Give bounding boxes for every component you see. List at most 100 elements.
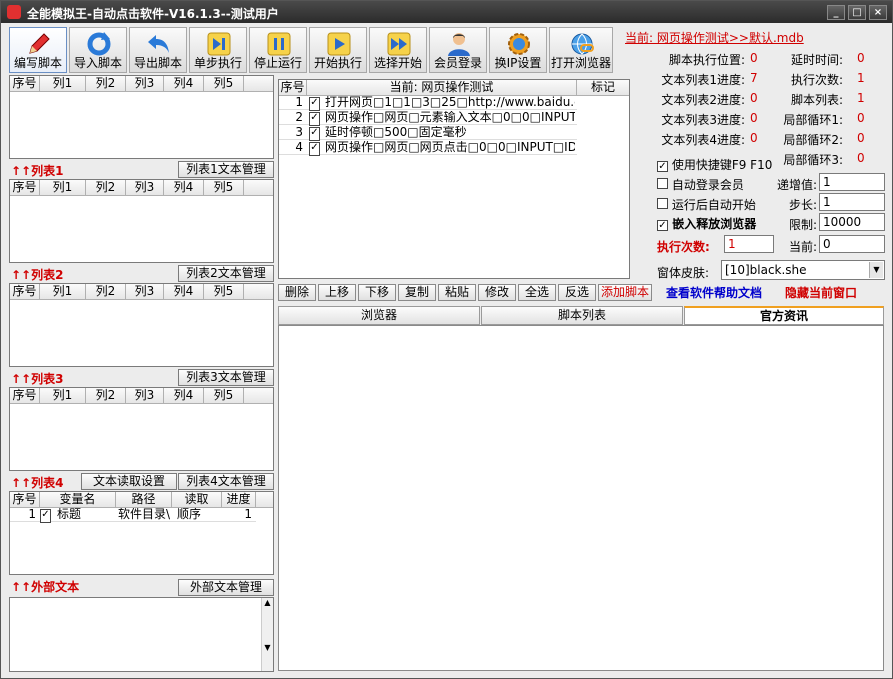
autologin-checkbox[interactable] [657,178,668,189]
stat-value: 0 [857,111,865,125]
edit-button[interactable]: 修改 [478,284,516,301]
script-row[interactable]: 3 ✓ 延时停顿□500□固定毫秒 [279,126,577,141]
member-login-button[interactable]: 会员登录 [429,27,487,73]
tab-browser[interactable]: 浏览器 [278,306,480,325]
limit-input[interactable]: 10000 [819,213,885,231]
import-script-button[interactable]: 导入脚本 [69,27,127,73]
autologin-option[interactable]: 自动登录会员 [657,176,744,193]
hotkey-option[interactable]: ✓ 使用快捷键F9 F10 [657,156,772,173]
stat-label: 文本列表2进度: [661,93,745,107]
tab-official-news[interactable]: 官方资讯 [684,306,884,325]
external-text-area[interactable]: ▲ ▼ [9,597,274,672]
select-all-button[interactable]: 全选 [518,284,556,301]
script-row-checkbox[interactable]: ✓ [309,127,323,141]
list-1-title: ↑↑列表1 [11,164,64,178]
embed-browser-option[interactable]: ✓ 嵌入释放浏览器 [657,215,756,232]
help-docs-link[interactable]: 查看软件帮助文档 [666,284,762,301]
script-row-checkbox[interactable]: ✓ [309,142,323,156]
write-script-button[interactable]: 编写脚本 [9,27,67,73]
external-text-title: ↑↑外部文本 [11,580,80,594]
stat-label: 延时时间: [790,53,843,67]
increment-input[interactable]: 1 [819,173,885,191]
table-row[interactable]: 1 ✓ 标题 软件目录\ 顺序 1 [10,508,256,523]
current-file-link[interactable]: 当前: 网页操作测试>>默认.mdb [625,29,804,46]
export-script-button[interactable]: 导出脚本 [129,27,187,73]
delete-button[interactable]: 删除 [278,284,316,301]
stat-label: 局部循环2: [783,133,843,147]
embed-browser-checkbox[interactable]: ✓ [657,220,668,231]
script-row[interactable]: 4 ✓ 网页操作□网页□网页点击□0□0□INPUT□ID [279,141,577,156]
close-button[interactable]: × [869,5,887,20]
stat-value: 0 [857,131,865,145]
list-2-manage-button[interactable]: 列表2文本管理 [178,265,274,282]
script-row-checkbox[interactable]: ✓ [309,97,323,111]
stat-label: 文本列表4进度: [661,133,745,147]
list-0-grid[interactable]: 序号 列1 列2 列3 列4 列5 [9,75,274,159]
script-row[interactable]: 1 ✓ 打开网页□1□1□3□25□http://www.baidu.c [279,96,577,111]
stat-label: 局部循环3: [783,153,843,167]
stat-value: 0 [857,151,865,165]
hide-window-link[interactable]: 隐藏当前窗口 [785,284,857,301]
script-row-checkbox[interactable]: ✓ [309,112,323,126]
exec-count-label: 执行次数: [657,240,710,254]
list-4-manage-button[interactable]: 列表4文本管理 [178,473,274,490]
stop-run-button[interactable]: 停止运行 [249,27,307,73]
autostart-option[interactable]: 运行后自动开始 [657,196,756,213]
limit-label: 限制: [788,218,817,232]
stat-label: 文本列表3进度: [661,113,745,127]
stat-label: 文本列表1进度: [661,73,745,87]
stat-value: 7 [750,71,758,85]
autostart-checkbox[interactable] [657,198,668,209]
skin-label: 窗体皮肤: [657,266,710,280]
minimize-button[interactable]: _ [827,5,845,20]
external-text-manage-button[interactable]: 外部文本管理 [178,579,274,596]
step-execute-button[interactable]: 单步执行 [189,27,247,73]
move-down-button[interactable]: 下移 [358,284,396,301]
step-input[interactable]: 1 [819,193,885,211]
increment-label: 递增值: [776,178,817,192]
add-script-button[interactable]: 添加脚本 [598,284,652,301]
stat-value: 1 [857,91,865,105]
exec-count-input[interactable]: 1 [724,235,774,253]
text-read-settings-button[interactable]: 文本读取设置 [81,473,177,490]
copy-button[interactable]: 复制 [398,284,436,301]
stat-value: 0 [750,91,758,105]
stat-value: 1 [857,71,865,85]
stat-label: 局部循环1: [783,113,843,127]
select-start-button[interactable]: 选择开始 [369,27,427,73]
variable-table[interactable]: 序号 变量名 路径 读取 进度 1 ✓ 标题 软件目录\ 顺序 1 [9,491,274,575]
hotkey-checkbox[interactable]: ✓ [657,161,668,172]
step-label: 步长: [788,198,817,212]
tab-script-list[interactable]: 脚本列表 [481,306,683,325]
list-1-grid[interactable]: 序号 列1 列2 列3 列4 列5 [9,179,274,263]
script-row[interactable]: 2 ✓ 网页操作□网页□元素输入文本□0□0□INPUT [279,111,577,126]
list-2-grid[interactable]: 序号 列1 列2 列3 列4 列5 [9,283,274,367]
stat-label: 脚本列表: [790,93,843,107]
list-3-header: 序号 列1 列2 列3 列4 列5 [10,388,273,404]
stat-value: 0 [750,111,758,125]
maximize-button[interactable]: □ [848,5,866,20]
script-grid[interactable]: 序号 当前: 网页操作测试 标记 1 ✓ 打开网页□1□1□3□25□http:… [278,79,630,279]
paste-button[interactable]: 粘贴 [438,284,476,301]
stat-value: 0 [750,51,758,65]
main-window: 全能模拟王-自动点击软件-V16.1.3--测试用户 _ □ × 编写脚本 导入… [0,0,893,679]
skin-select[interactable]: [10]black.she ▼ [721,260,885,280]
open-browser-button[interactable]: 打开浏览器 [549,27,613,73]
stat-value: 0 [750,131,758,145]
invert-select-button[interactable]: 反选 [558,284,596,301]
list-1-manage-button[interactable]: 列表1文本管理 [178,161,274,178]
row-checkbox[interactable]: ✓ [40,509,54,523]
stat-label: 脚本执行位置: [668,53,745,67]
list-3-grid[interactable]: 序号 列1 列2 列3 列4 列5 [9,387,274,471]
list-0-header: 序号 列1 列2 列3 列4 列5 [10,76,273,92]
external-text-scrollbar[interactable]: ▲ ▼ [261,598,273,671]
current-count-input[interactable]: 0 [819,235,885,253]
chevron-down-icon[interactable]: ▼ [869,262,883,278]
variable-table-header: 序号 变量名 路径 读取 进度 [10,492,273,508]
start-execute-button[interactable]: 开始执行 [309,27,367,73]
move-up-button[interactable]: 上移 [318,284,356,301]
app-icon [7,5,21,19]
window-title: 全能模拟王-自动点击软件-V16.1.3--测试用户 [27,7,279,21]
list-3-manage-button[interactable]: 列表3文本管理 [178,369,274,386]
ip-settings-button[interactable]: 换IP设置 [489,27,547,73]
